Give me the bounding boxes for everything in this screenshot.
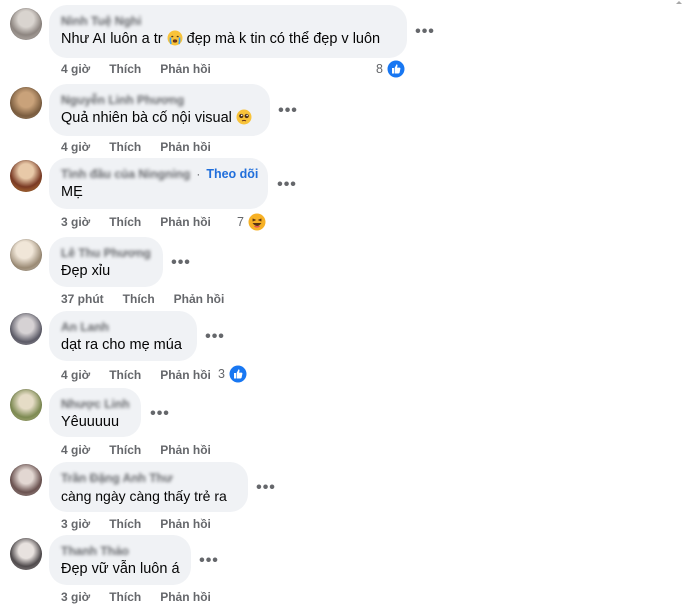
comment-bubble: Trần Đặng Anh Thư càng ngày càng thấy tr… bbox=[49, 462, 248, 512]
comment-meta: 4 giờ Thích Phản hồi bbox=[61, 62, 211, 76]
comment-bubble: Nhược Linh Yêuuuuu bbox=[49, 388, 141, 437]
like-button[interactable]: Thích bbox=[123, 292, 155, 306]
comment-bubble: Thanh Thảo Đẹp vữ vẫn luôn á bbox=[49, 535, 191, 585]
comment-author[interactable]: Lê Thu Phương bbox=[61, 245, 151, 261]
comment-text: Như AI luôn a tr đẹp mà k tin có thể đẹp… bbox=[61, 30, 381, 47]
reaction-summary[interactable]: 8 bbox=[376, 59, 406, 79]
like-button[interactable]: Thích bbox=[109, 590, 141, 604]
comment-time[interactable]: 37 phút bbox=[61, 292, 104, 306]
reaction-count: 3 bbox=[218, 367, 225, 381]
more-options-icon[interactable]: ••• bbox=[170, 255, 192, 271]
comment-time[interactable]: 4 giờ bbox=[61, 443, 90, 457]
comment-text: Đẹp vữ vẫn luôn á bbox=[61, 561, 180, 577]
comment-time[interactable]: 4 giờ bbox=[61, 368, 90, 382]
comment-author[interactable]: Nhược Linh bbox=[61, 396, 130, 412]
comment-time[interactable]: 3 giờ bbox=[61, 215, 90, 229]
comment-bubble: Lê Thu Phương Đẹp xỉu bbox=[49, 237, 163, 287]
like-button[interactable]: Thích bbox=[109, 215, 141, 229]
reaction-count: 7 bbox=[237, 215, 244, 229]
comment-text: Quả nhiên bà cố nội visual bbox=[61, 108, 258, 128]
avatar[interactable] bbox=[10, 8, 42, 40]
avatar[interactable] bbox=[10, 87, 42, 119]
like-button[interactable]: Thích bbox=[109, 517, 141, 531]
avatar[interactable] bbox=[10, 313, 42, 345]
follow-button[interactable]: Theo dõi bbox=[206, 167, 258, 181]
comment-author[interactable]: Trần Đặng Anh Thư bbox=[61, 470, 236, 486]
reply-button[interactable]: Phản hồi bbox=[174, 292, 225, 306]
comment-author[interactable]: Nguyễn Linh Phương bbox=[61, 92, 258, 108]
like-icon bbox=[228, 364, 248, 384]
reply-button[interactable]: Phản hồi bbox=[160, 443, 211, 457]
reply-button[interactable]: Phản hồi bbox=[160, 517, 211, 531]
more-options-icon[interactable]: ••• bbox=[198, 553, 220, 569]
comment-bubble: An Lanh dạt ra cho mẹ múa bbox=[49, 311, 197, 361]
like-button[interactable]: Thích bbox=[109, 62, 141, 76]
crying-face-emoji bbox=[167, 30, 183, 46]
avatar[interactable] bbox=[10, 389, 42, 421]
comment-bubble: Nình Tuệ Nghi Như AI luôn a tr đẹp mà k … bbox=[49, 5, 407, 58]
comment-meta: 37 phút Thích Phản hồi bbox=[61, 292, 224, 306]
pleading-face-emoji bbox=[236, 109, 252, 125]
comment-author[interactable]: Tình đầu của Ningning bbox=[61, 166, 190, 182]
avatar[interactable] bbox=[10, 538, 42, 570]
comment-text: MẸ bbox=[61, 184, 83, 200]
comment-meta: 3 giờ Thích Phản hồi bbox=[61, 517, 211, 531]
comment-bubble: Tình đầu của Ningning · Theo dõi MẸ bbox=[49, 158, 268, 209]
comment-text: Đẹp xỉu bbox=[61, 263, 111, 279]
reaction-summary[interactable]: 3 bbox=[218, 364, 248, 384]
avatar[interactable] bbox=[10, 160, 42, 192]
comment-text: càng ngày càng thấy trẻ ra bbox=[61, 488, 227, 504]
comment-meta: 4 giờ Thích Phản hồi bbox=[61, 140, 211, 154]
reply-button[interactable]: Phản hồi bbox=[160, 215, 211, 229]
like-icon bbox=[386, 59, 406, 79]
comment-time[interactable]: 3 giờ bbox=[61, 590, 90, 604]
reply-button[interactable]: Phản hồi bbox=[160, 368, 211, 382]
comment-text: dạt ra cho mẹ múa bbox=[61, 337, 182, 353]
avatar[interactable] bbox=[10, 239, 42, 271]
more-options-icon[interactable]: ••• bbox=[149, 406, 171, 422]
separator-dot-icon: · bbox=[196, 167, 201, 181]
comment-bubble: Nguyễn Linh Phương Quả nhiên bà cố nội v… bbox=[49, 84, 270, 136]
comment-author[interactable]: Nình Tuệ Nghi bbox=[61, 13, 395, 29]
comment-author[interactable]: Thanh Thảo bbox=[61, 543, 179, 559]
like-button[interactable]: Thích bbox=[109, 140, 141, 154]
comment-time[interactable]: 3 giờ bbox=[61, 517, 90, 531]
reaction-summary[interactable]: 7 bbox=[237, 212, 267, 232]
comment-meta: 3 giờ Thích Phản hồi bbox=[61, 590, 211, 604]
more-options-icon[interactable]: ••• bbox=[204, 329, 226, 345]
more-options-icon[interactable]: ••• bbox=[276, 177, 298, 193]
comment-meta: 4 giờ Thích Phản hồi bbox=[61, 443, 211, 457]
haha-icon bbox=[247, 212, 267, 232]
more-options-icon[interactable]: ••• bbox=[414, 24, 436, 40]
like-button[interactable]: Thích bbox=[109, 368, 141, 382]
reply-button[interactable]: Phản hồi bbox=[160, 62, 211, 76]
reply-button[interactable]: Phản hồi bbox=[160, 590, 211, 604]
reaction-count: 8 bbox=[376, 62, 383, 76]
comment-time[interactable]: 4 giờ bbox=[61, 140, 90, 154]
more-options-icon[interactable]: ••• bbox=[277, 103, 299, 119]
like-button[interactable]: Thích bbox=[109, 443, 141, 457]
comment-meta: 4 giờ Thích Phản hồi bbox=[61, 368, 211, 382]
avatar[interactable] bbox=[10, 464, 42, 496]
scrollbar-arrow-icon[interactable] bbox=[676, 0, 682, 6]
comment-text: Yêuuuuu bbox=[61, 414, 120, 430]
comment-meta: 3 giờ Thích Phản hồi bbox=[61, 215, 211, 229]
reply-button[interactable]: Phản hồi bbox=[160, 140, 211, 154]
comment-author[interactable]: An Lanh bbox=[61, 319, 185, 335]
comment-time[interactable]: 4 giờ bbox=[61, 62, 90, 76]
more-options-icon[interactable]: ••• bbox=[255, 480, 277, 496]
